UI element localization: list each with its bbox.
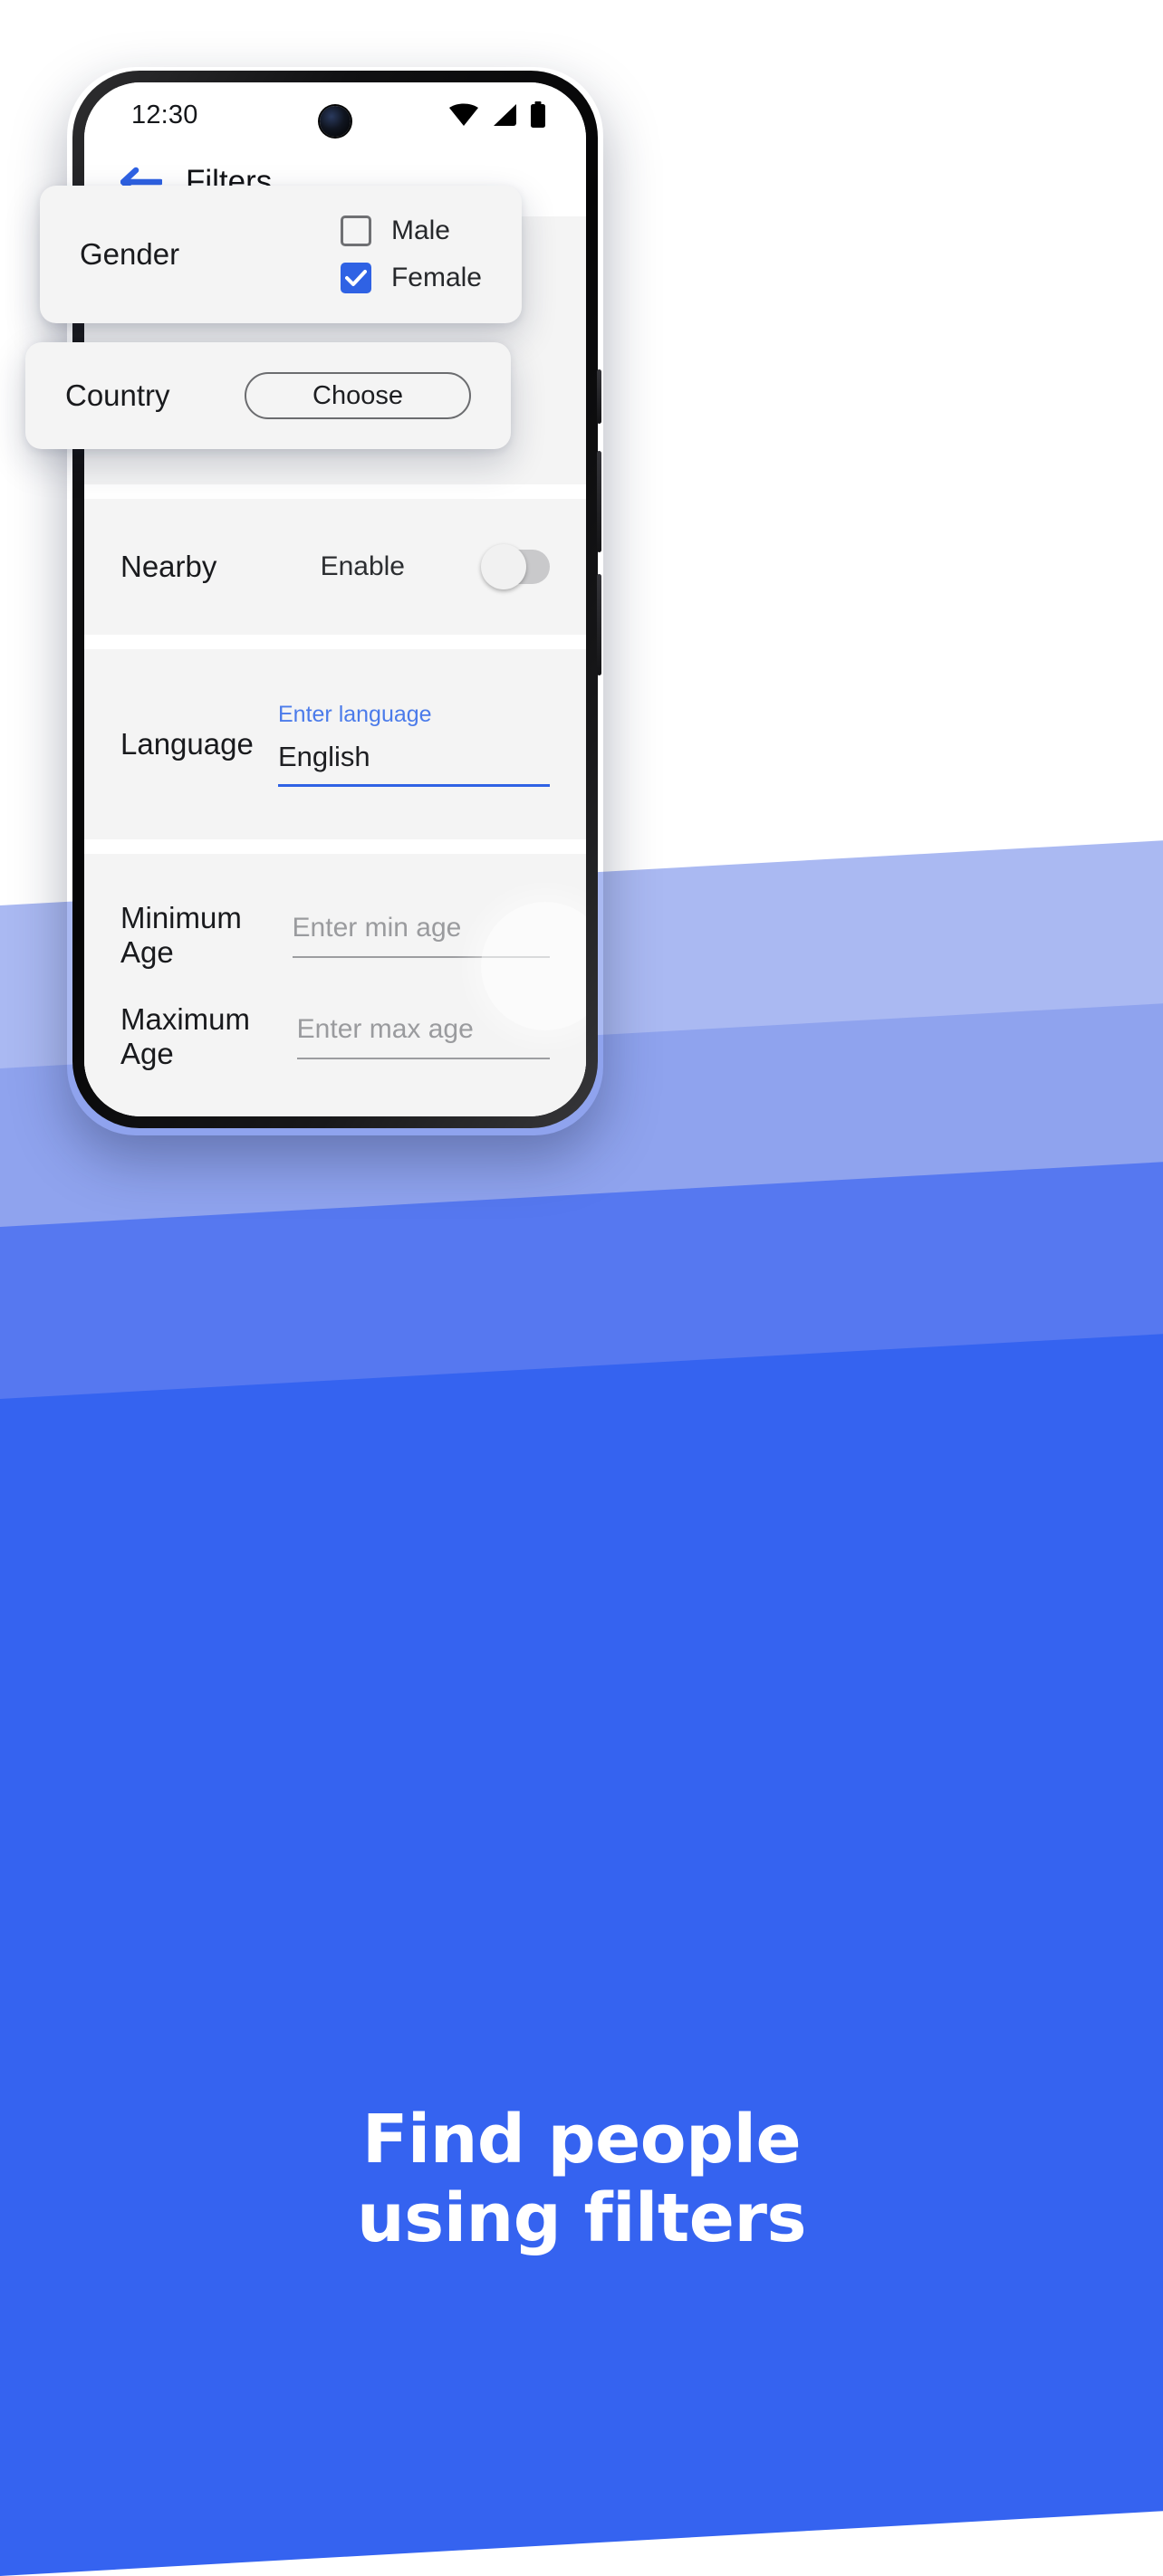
phone-button-volume-up[interactable] — [597, 451, 601, 552]
row-language[interactable]: Language Enter language English — [84, 649, 586, 839]
section-divider-2 — [84, 635, 586, 649]
status-bar-icons — [448, 101, 546, 129]
row-nearby[interactable]: Nearby Enable — [84, 499, 586, 635]
gender-option-male-label: Male — [390, 215, 450, 245]
gender-option-male[interactable]: Male — [340, 215, 482, 246]
section-divider-1 — [84, 484, 586, 499]
country-choose-button[interactable]: Choose — [245, 372, 471, 419]
language-input[interactable]: English — [278, 741, 550, 787]
card-country[interactable]: Country Choose — [25, 342, 511, 449]
age-section: Minimum Age Enter min age Maximum Age En… — [84, 854, 586, 1116]
gender-label: Gender — [80, 237, 180, 271]
nearby-label: Nearby — [120, 550, 217, 583]
promo-caption-line-2: using filters — [356, 2179, 807, 2258]
nearby-toggle[interactable] — [481, 544, 550, 589]
card-gender[interactable]: Gender Male Female — [40, 186, 522, 323]
status-bar-time: 12:30 — [131, 100, 198, 129]
language-label: Language — [120, 727, 254, 761]
maximum-age-input[interactable]: Enter max age — [296, 1014, 550, 1059]
language-field[interactable]: Enter language English — [278, 702, 550, 787]
gender-options: Male Female — [340, 215, 482, 293]
phone-button-mute[interactable] — [597, 369, 601, 424]
gender-option-female-label: Female — [390, 263, 482, 292]
row-maximum-age[interactable]: Maximum Age Enter max age — [120, 986, 550, 1087]
maximum-age-label: Maximum Age — [120, 1002, 251, 1070]
row-minimum-age[interactable]: Minimum Age Enter min age — [120, 885, 550, 986]
cellular-signal-icon — [494, 104, 516, 126]
phone-button-power[interactable] — [597, 574, 601, 675]
promo-caption-line-1: Find people — [361, 2101, 802, 2179]
nearby-toggle-knob — [481, 544, 526, 589]
nearby-enable-label: Enable — [320, 551, 405, 581]
minimum-age-label: Minimum Age — [120, 901, 242, 969]
country-label: Country — [65, 378, 170, 412]
wifi-icon — [449, 103, 478, 126]
check-icon — [344, 270, 367, 286]
promo-caption: Find people using filters — [0, 2101, 1163, 2259]
front-camera-icon — [320, 106, 351, 137]
background-wave-4 — [0, 1334, 1163, 2576]
minimum-age-input[interactable]: Enter min age — [292, 913, 550, 958]
checkbox-female-checked-icon[interactable] — [340, 263, 371, 293]
language-hint-label: Enter language — [278, 702, 432, 727]
nearby-enable-group: Enable — [320, 544, 550, 589]
checkbox-male-unchecked-icon[interactable] — [340, 215, 371, 246]
battery-icon — [531, 101, 545, 128]
section-divider-3 — [84, 839, 586, 854]
gender-option-female[interactable]: Female — [340, 263, 482, 293]
